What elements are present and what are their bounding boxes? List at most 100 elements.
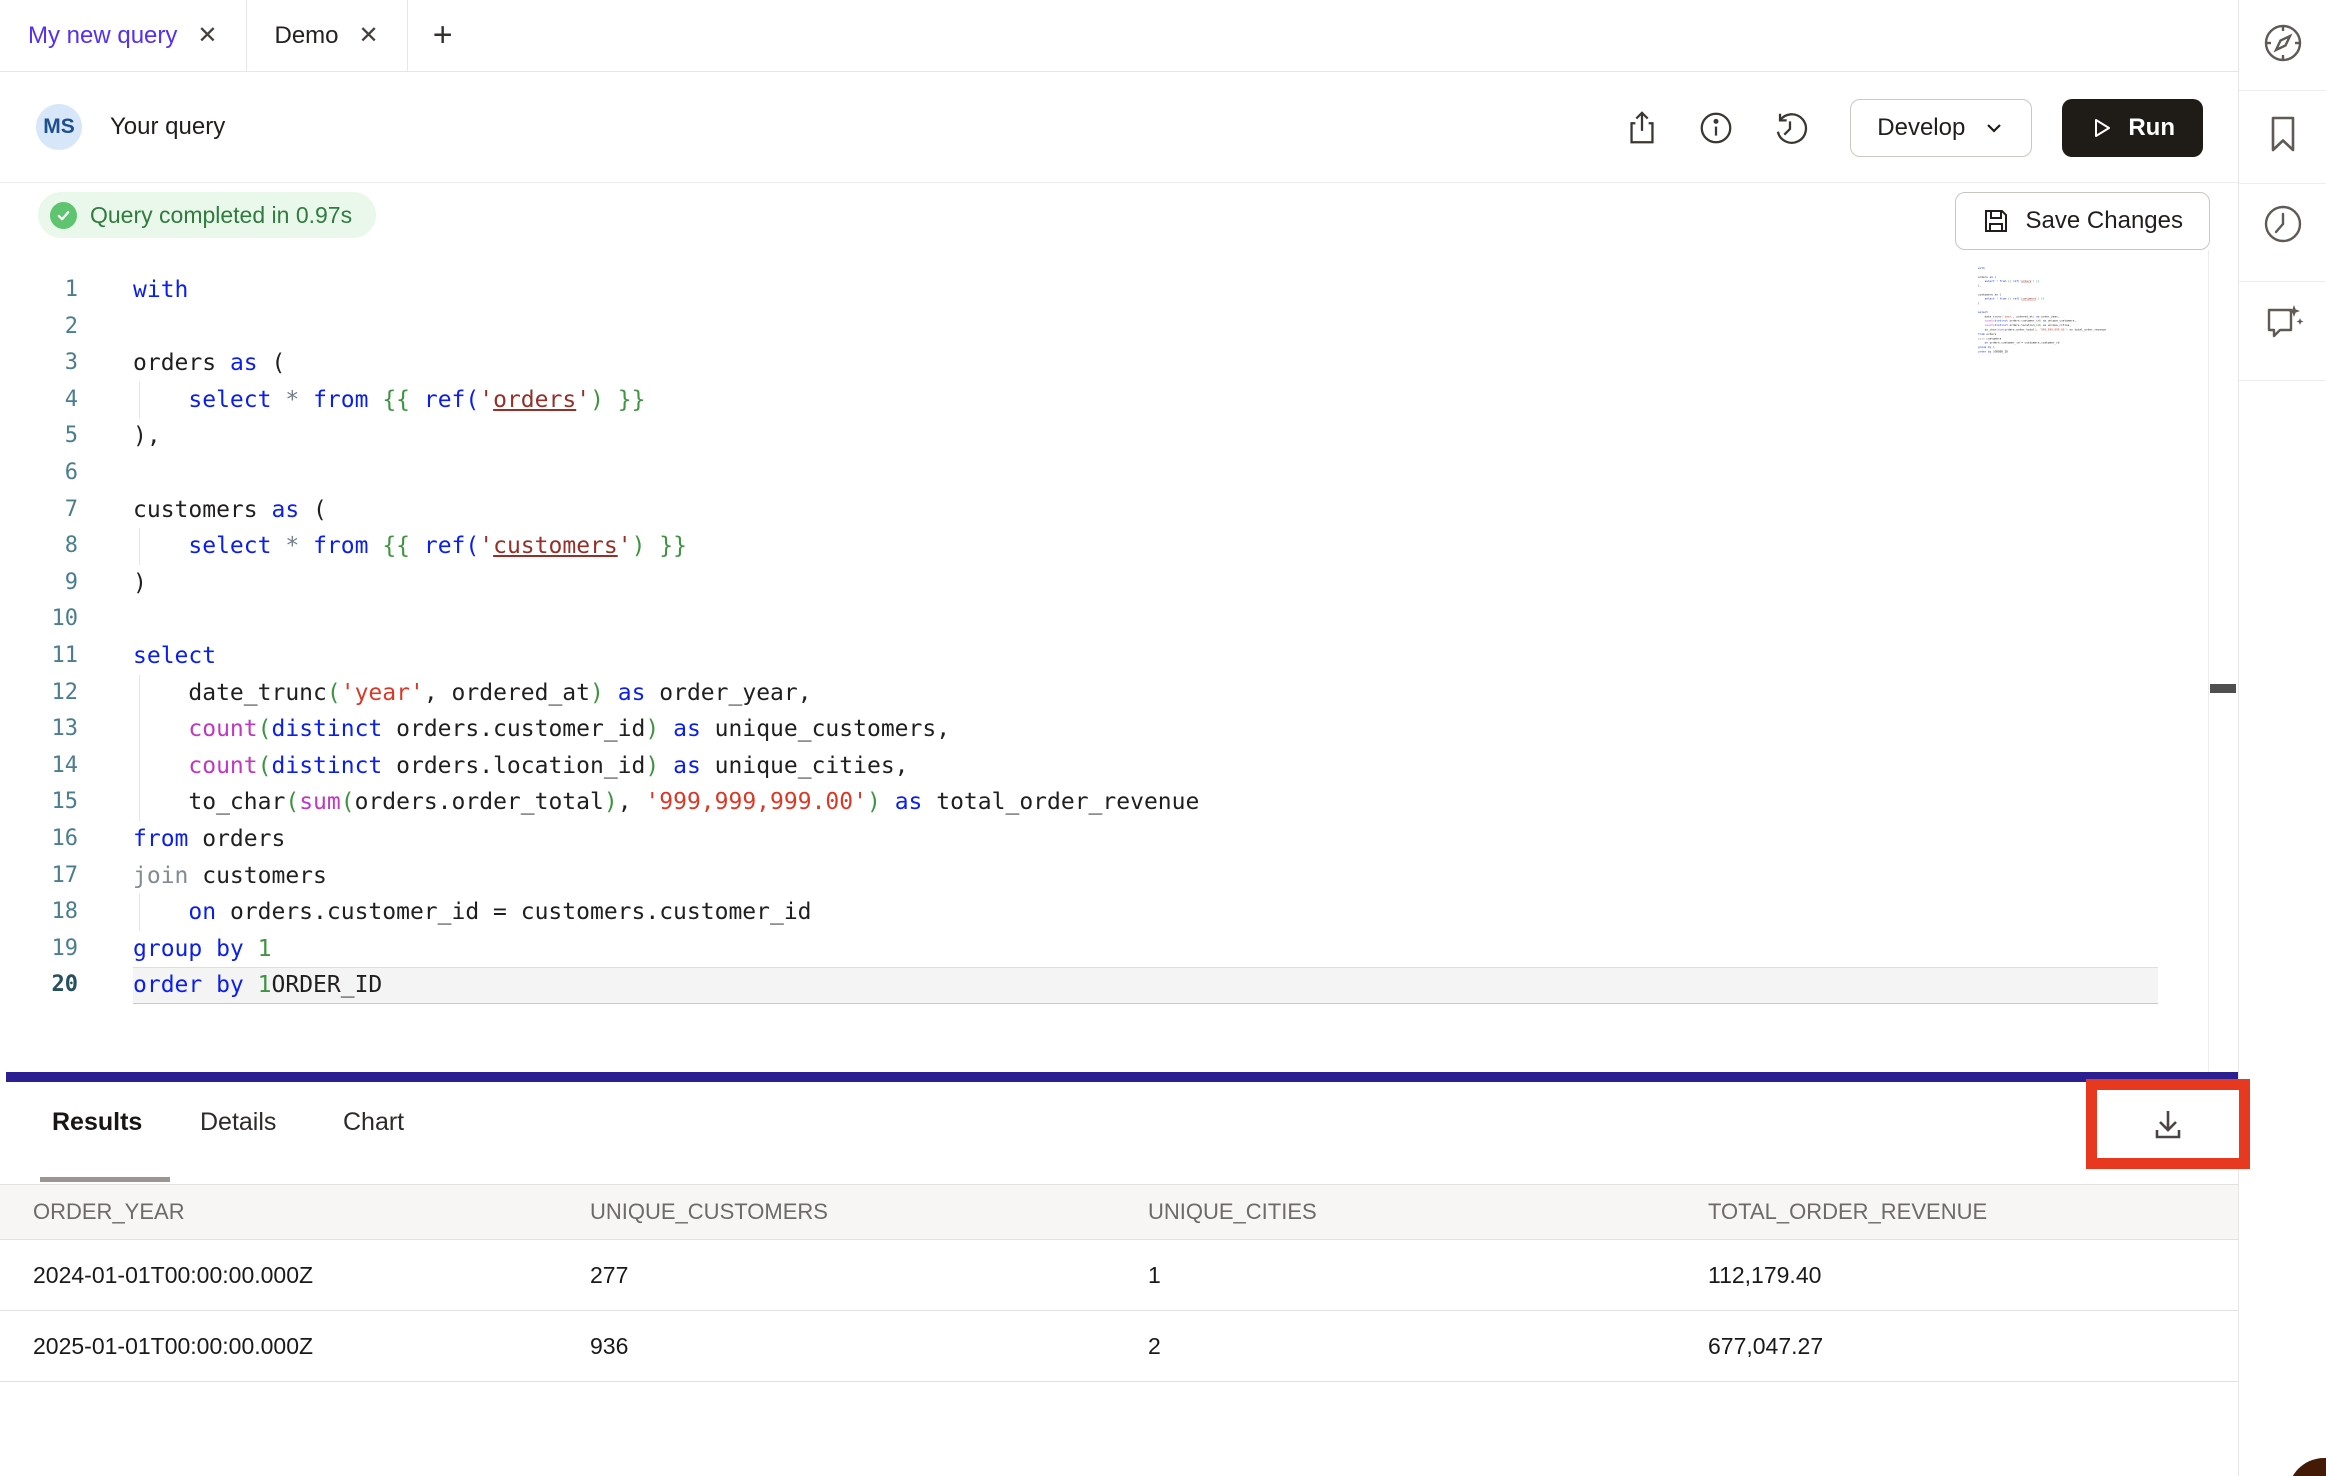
new-tab-button[interactable]: + bbox=[408, 0, 478, 71]
annotation-highlight-box bbox=[2086, 1079, 2250, 1169]
code-token: ( bbox=[327, 680, 341, 706]
code-line: 8 select * from {{ ref('customers') }} bbox=[0, 528, 2158, 565]
query-status-text: Query completed in 0.97s bbox=[90, 202, 352, 229]
query-header: MS Your query bbox=[0, 72, 2238, 183]
code-token: '999,999,999.00' bbox=[645, 789, 867, 815]
code-token: orders bbox=[133, 350, 230, 376]
code-token: * bbox=[285, 387, 299, 413]
code-token: , ordered_at bbox=[2013, 315, 2033, 318]
table-row[interactable]: 2025-01-01T00:00:00.000Z9362677,047.27 bbox=[0, 1311, 2238, 1382]
close-icon[interactable]: ✕ bbox=[197, 24, 217, 48]
code-token: unique_cities, bbox=[701, 753, 909, 779]
code-token: on bbox=[188, 899, 216, 925]
code-token: ) }} bbox=[2033, 280, 2040, 283]
code-token: orders.customer_id bbox=[382, 716, 645, 742]
code-token: group by bbox=[1978, 346, 1991, 349]
code-token: date_trunc bbox=[133, 680, 327, 706]
code-line: 18 on orders.customer_id = customers.cus… bbox=[0, 894, 2158, 931]
line-number: 16 bbox=[0, 821, 78, 858]
code-token: orders.order_total bbox=[2005, 328, 2035, 331]
page-title: Your query bbox=[110, 113, 225, 141]
results-panel: Results Details Chart ORDER_YEARUNIQUE_C… bbox=[0, 1082, 2238, 1476]
download-button[interactable] bbox=[2148, 1104, 2188, 1144]
code-token: distinct bbox=[272, 716, 383, 742]
minimap[interactable]: withorders as ( select * from {{ ref('or… bbox=[1978, 266, 2150, 361]
code-line: 1with bbox=[0, 272, 2158, 309]
code-token bbox=[299, 533, 313, 559]
develop-dropdown[interactable]: Develop bbox=[1850, 99, 2032, 157]
line-number: 13 bbox=[0, 711, 78, 748]
code-token: ) bbox=[590, 680, 604, 706]
code-token: count bbox=[188, 753, 257, 779]
code-token: ) bbox=[133, 570, 147, 596]
table-cell: 1 bbox=[1148, 1262, 1708, 1289]
code-line: 15 to_char(sum(orders.order_total), '999… bbox=[0, 784, 2158, 821]
code-token: sum bbox=[299, 789, 341, 815]
save-changes-button[interactable]: Save Changes bbox=[1955, 192, 2210, 250]
ai-chat-icon[interactable] bbox=[2260, 299, 2306, 345]
share-icon[interactable] bbox=[1620, 106, 1664, 150]
close-icon[interactable]: ✕ bbox=[359, 24, 379, 48]
code-token: select bbox=[133, 643, 216, 669]
right-sidebar bbox=[2238, 0, 2326, 1476]
tab-my-new-query[interactable]: My new query ✕ bbox=[0, 0, 247, 71]
clock-icon[interactable] bbox=[2260, 201, 2306, 247]
tab-results[interactable]: Results bbox=[52, 1108, 142, 1137]
code-area[interactable]: 1with23orders as (4 select * from {{ ref… bbox=[0, 272, 2158, 1004]
code-token: orders.location_id bbox=[2008, 324, 2040, 327]
code-token: 1 bbox=[258, 936, 272, 962]
code-token bbox=[133, 899, 188, 925]
code-line: 14 count(distinct orders.location_id) as… bbox=[0, 748, 2158, 785]
info-icon[interactable] bbox=[1694, 106, 1738, 150]
code-token bbox=[244, 936, 258, 962]
code-token bbox=[659, 716, 673, 742]
code-line: 13 count(distinct orders.customer_id) as… bbox=[0, 711, 2158, 748]
code-token: ( bbox=[1998, 293, 2001, 296]
code-token: customers bbox=[2021, 297, 2036, 300]
code-token: ) bbox=[645, 753, 659, 779]
code-token: ' bbox=[576, 387, 590, 413]
code-token: as bbox=[673, 753, 701, 779]
tab-chart[interactable]: Chart bbox=[343, 1108, 404, 1137]
tab-label: Demo bbox=[275, 22, 339, 50]
tab-details[interactable]: Details bbox=[200, 1108, 276, 1137]
code-token bbox=[244, 972, 258, 998]
run-button[interactable]: Run bbox=[2062, 99, 2203, 157]
code-token: join bbox=[133, 863, 188, 889]
line-number: 15 bbox=[0, 784, 78, 821]
code-token: ( bbox=[341, 789, 355, 815]
active-tab-indicator bbox=[40, 1177, 170, 1182]
line-number: 20 bbox=[0, 967, 78, 1004]
code-token: to_char bbox=[1978, 328, 1996, 331]
code-token: orders bbox=[2021, 280, 2031, 283]
table-column-header: UNIQUE_CITIES bbox=[1148, 1199, 1708, 1225]
tab-demo[interactable]: Demo ✕ bbox=[247, 0, 408, 71]
history-icon[interactable] bbox=[1768, 106, 1812, 150]
code-token: with bbox=[1978, 267, 1985, 270]
bookmark-icon[interactable] bbox=[2260, 111, 2306, 157]
code-token: ( bbox=[299, 497, 327, 523]
table-row[interactable]: 2024-01-01T00:00:00.000Z2771112,179.40 bbox=[0, 1240, 2238, 1311]
code-token: orders.customer_id bbox=[2008, 319, 2040, 322]
code-token: orders.customer_id = customers.customer_… bbox=[216, 899, 811, 925]
code-token: as bbox=[230, 350, 258, 376]
code-token: customers bbox=[493, 533, 618, 559]
code-token: unique_customers, bbox=[701, 716, 950, 742]
code-token: ) bbox=[867, 789, 881, 815]
compass-icon[interactable] bbox=[2260, 20, 2306, 66]
code-token: total_order_revenue bbox=[2073, 328, 2106, 331]
panel-resize-handle[interactable] bbox=[6, 1072, 2238, 1082]
code-token: ' bbox=[479, 387, 493, 413]
play-icon bbox=[2090, 116, 2114, 140]
sql-editor[interactable]: Query completed in 0.97s Save Changes 1w… bbox=[0, 183, 2238, 1072]
editor-scrollbar-thumb[interactable] bbox=[2210, 684, 2236, 693]
code-token: ORDER_ID bbox=[272, 972, 383, 998]
code-token: 'year' bbox=[341, 680, 424, 706]
avatar: MS bbox=[36, 104, 82, 150]
chevron-down-icon bbox=[1983, 117, 2005, 139]
results-table-header: ORDER_YEARUNIQUE_CUSTOMERSUNIQUE_CITIEST… bbox=[0, 1184, 2238, 1240]
code-token: distinct bbox=[1995, 319, 2008, 322]
code-token: customers bbox=[1985, 337, 2002, 340]
code-token: select bbox=[188, 533, 271, 559]
code-token bbox=[881, 789, 895, 815]
